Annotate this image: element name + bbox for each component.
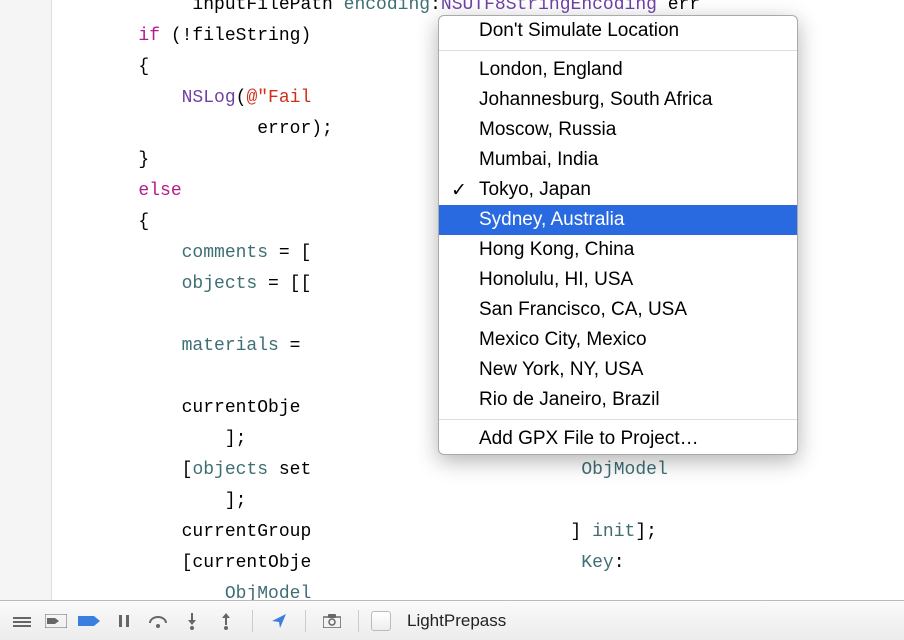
debugbar-separator bbox=[252, 610, 253, 632]
menu-item-location-7[interactable]: Honolulu, HI, USA bbox=[439, 265, 797, 295]
menu-item-location-1[interactable]: Johannesburg, South Africa bbox=[439, 85, 797, 115]
menu-item-location-11[interactable]: Rio de Janeiro, Brazil bbox=[439, 385, 797, 415]
step-into-button[interactable] bbox=[178, 607, 206, 635]
menu-item-location-0[interactable]: London, England bbox=[439, 55, 797, 85]
menu-item-location-3[interactable]: Mumbai, India bbox=[439, 145, 797, 175]
menu-item-location-8[interactable]: San Francisco, CA, USA bbox=[439, 295, 797, 325]
menu-item-location-5[interactable]: Sydney, Australia bbox=[439, 205, 797, 235]
debug-bar: LightPrepass bbox=[0, 600, 904, 640]
camera-button[interactable] bbox=[318, 607, 346, 635]
simulate-location-button[interactable] bbox=[265, 607, 293, 635]
editor-gutter bbox=[0, 0, 52, 600]
step-over-button[interactable] bbox=[144, 607, 172, 635]
continue-button[interactable] bbox=[76, 607, 104, 635]
debug-target-label[interactable]: LightPrepass bbox=[403, 611, 506, 631]
menu-item-location-4[interactable]: ✓Tokyo, Japan bbox=[439, 175, 797, 205]
menu-item-location-10[interactable]: New York, NY, USA bbox=[439, 355, 797, 385]
menu-item-location-9[interactable]: Mexico City, Mexico bbox=[439, 325, 797, 355]
check-icon: ✓ bbox=[451, 179, 467, 202]
menu-item-location-6[interactable]: Hong Kong, China bbox=[439, 235, 797, 265]
menu-item-dont-simulate[interactable]: Don't Simulate Location bbox=[439, 16, 797, 46]
menu-item-location-2[interactable]: Moscow, Russia bbox=[439, 115, 797, 145]
pause-button[interactable] bbox=[110, 607, 138, 635]
debugbar-separator bbox=[305, 610, 306, 632]
menu-separator bbox=[439, 419, 797, 420]
simulate-location-menu: Don't Simulate Location London, England … bbox=[438, 15, 798, 455]
menu-item-add-gpx[interactable]: Add GPX File to Project… bbox=[439, 424, 797, 454]
debug-view-toggle-button[interactable] bbox=[8, 607, 36, 635]
breakpoint-panel-button[interactable] bbox=[42, 607, 70, 635]
debugbar-separator bbox=[358, 610, 359, 632]
step-out-button[interactable] bbox=[212, 607, 240, 635]
menu-separator bbox=[439, 50, 797, 51]
target-icon-well[interactable] bbox=[371, 611, 391, 631]
